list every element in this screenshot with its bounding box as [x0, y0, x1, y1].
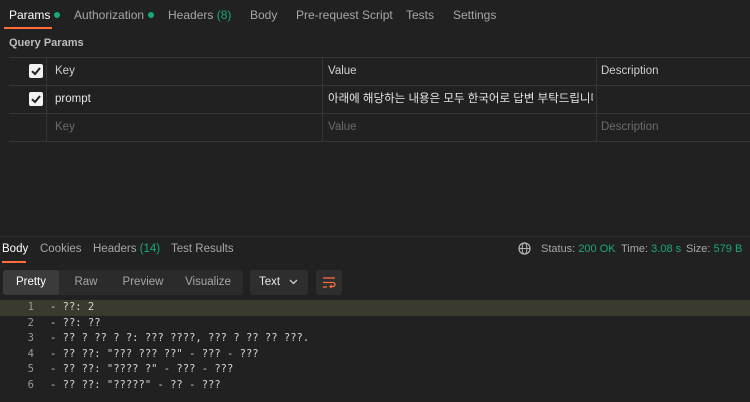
response-time: Time: 3.08 s: [621, 243, 681, 255]
tab-pre-request-script[interactable]: Pre-request Script: [296, 8, 393, 22]
key-column-header: Key: [55, 65, 75, 77]
code-line-text: - ?? ? ?? ? ?: ??? ????, ??? ? ?? ?? ???…: [50, 332, 310, 344]
tab-headers-count: (8): [216, 8, 232, 22]
authorization-active-dot: [148, 12, 155, 18]
tab-pre-request-script-label: Pre-request Script: [296, 8, 393, 22]
description-column-header: Description: [601, 65, 659, 77]
table-row: prompt 아래에 해당하는 내용은 모두 한국어로 답변 부탁드립니다 ↵ …: [9, 86, 750, 114]
time-label: Time:: [621, 243, 649, 255]
code-line-text: - ?? ??: "???? ?" - ??? - ???: [50, 363, 234, 375]
response-type-value: Text: [259, 276, 281, 288]
code-line-text: - ??: ??: [50, 316, 101, 329]
param-description-field[interactable]: [601, 86, 749, 113]
preview-button[interactable]: Preview: [113, 270, 173, 295]
code-line-text: - ?? ??: "??? ??? ??" - ??? - ???: [50, 347, 259, 360]
response-tab-test-results[interactable]: Test Results: [171, 243, 234, 255]
response-tab-cookies[interactable]: Cookies: [40, 243, 82, 255]
raw-button[interactable]: Raw: [61, 270, 111, 295]
row-enabled-checkbox[interactable]: [29, 92, 43, 106]
response-tab-body[interactable]: Body: [2, 243, 28, 255]
tab-body[interactable]: Body: [250, 8, 277, 22]
table-row-empty: Key Value Description: [9, 114, 750, 142]
new-description-field[interactable]: Description: [601, 114, 659, 141]
wrap-lines-icon: [323, 277, 336, 289]
line-number: 1: [27, 301, 34, 313]
tab-authorization-label: Authorization: [74, 8, 145, 22]
table-header-row: Key Value Description: [9, 58, 750, 86]
tab-tests[interactable]: Tests: [406, 8, 434, 22]
tab-headers[interactable]: Headers (8): [168, 8, 231, 22]
query-params-table: Key Value Description prompt 아래에 해당하는 내용…: [9, 57, 750, 142]
tab-params-label: Params: [9, 8, 51, 22]
checkmark-icon: [31, 95, 41, 104]
code-line: 4 - ?? ??: "??? ??? ??" - ??? - ???: [0, 347, 750, 363]
param-value-field[interactable]: 아래에 해당하는 내용은 모두 한국어로 답변 부탁드립니다 ↵ 오...: [328, 86, 593, 113]
request-tabs: Params Authorization Headers (8) Body Pr…: [0, 0, 750, 30]
pane-divider[interactable]: [0, 236, 750, 237]
code-line-text: - ?? ??: "?????" - ?? - ???: [50, 378, 221, 391]
time-value[interactable]: 3.08 s: [651, 243, 681, 255]
size-label: Size:: [686, 243, 711, 255]
globe-icon[interactable]: [518, 242, 531, 258]
response-body-viewer[interactable]: 1 - ??: 2 2 - ??: ?? 3 - ?? ? ?? ? ?: ??…: [0, 300, 750, 393]
params-active-dot: [54, 12, 61, 18]
active-response-tab-underline: [2, 261, 26, 263]
line-number: 4: [27, 347, 34, 360]
tab-settings-label: Settings: [453, 8, 497, 22]
tab-settings[interactable]: Settings: [453, 8, 496, 22]
code-line: 3 - ?? ? ?? ? ?: ??? ????, ??? ? ?? ?? ?…: [0, 331, 750, 347]
response-headers-count: (14): [139, 243, 161, 255]
response-tab-cookies-label: Cookies: [40, 243, 82, 255]
line-number: 6: [27, 378, 34, 391]
select-all-checkbox[interactable]: [29, 64, 43, 78]
tab-body-label: Body: [250, 8, 278, 22]
code-line: 6 - ?? ??: "?????" - ?? - ???: [0, 378, 750, 394]
response-tab-body-label: Body: [2, 243, 29, 255]
active-tab-underline: [4, 27, 52, 29]
tab-headers-label: Headers: [168, 8, 214, 22]
response-size: Size: 579 B: [686, 243, 742, 255]
response-type-select[interactable]: Text: [250, 270, 308, 295]
query-params-title: Query Params: [9, 37, 84, 49]
tab-params[interactable]: Params: [9, 8, 61, 22]
line-number: 2: [27, 316, 34, 329]
chevron-down-icon: [289, 279, 298, 285]
response-status: Status: 200 OK: [541, 243, 616, 255]
code-line: 2 - ??: ??: [0, 316, 750, 332]
response-tab-headers[interactable]: Headers (14): [93, 243, 160, 255]
new-key-field[interactable]: Key: [55, 114, 75, 141]
size-value[interactable]: 579 B: [714, 243, 743, 255]
line-number: 5: [27, 363, 34, 375]
code-line: 5 - ?? ??: "???? ?" - ??? - ???: [0, 362, 750, 378]
new-value-field[interactable]: Value: [328, 114, 357, 141]
format-mode-switcher: Pretty Raw Preview Visualize: [3, 270, 243, 295]
response-tab-test-results-label: Test Results: [171, 243, 234, 255]
pretty-button[interactable]: Pretty: [3, 270, 59, 295]
tab-authorization[interactable]: Authorization: [74, 8, 155, 22]
status-value[interactable]: 200 OK: [578, 243, 615, 255]
wrap-lines-button[interactable]: [316, 270, 342, 295]
response-tab-headers-label: Headers: [93, 243, 137, 255]
code-line: 1 - ??: 2: [0, 300, 750, 316]
line-number: 3: [27, 332, 34, 344]
status-label: Status:: [541, 243, 576, 255]
visualize-button[interactable]: Visualize: [175, 270, 241, 295]
tab-tests-label: Tests: [406, 8, 435, 22]
param-key-field[interactable]: prompt: [55, 86, 91, 113]
checkmark-icon: [31, 67, 41, 76]
value-column-header: Value: [328, 65, 357, 77]
code-line-text: - ??: 2: [50, 301, 95, 313]
